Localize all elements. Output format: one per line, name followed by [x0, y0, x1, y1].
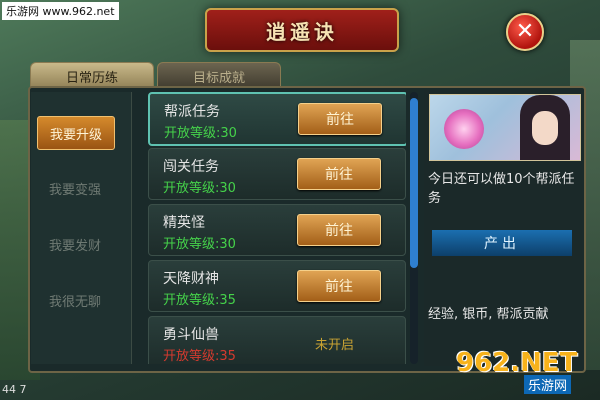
task-row[interactable]: 精英怪 开放等级:30 前往: [148, 204, 406, 256]
go-button[interactable]: 前往: [297, 214, 381, 246]
corner-number: 44 7: [2, 383, 27, 396]
side-menu: 我要升级 我要变强 我要发财 我很无聊: [31, 92, 132, 364]
task-level: 开放等级:35: [163, 349, 236, 364]
logo-main-text: 962.NET: [456, 348, 578, 378]
task-name: 精英怪: [163, 215, 205, 231]
logo-sub-text: 乐游网: [524, 375, 572, 394]
title-banner: 逍遥诀: [205, 8, 399, 52]
close-button[interactable]: ✕: [506, 13, 544, 51]
site-logo: 962.NET 乐游网: [456, 348, 596, 396]
task-name: 勇斗仙兽: [163, 327, 219, 343]
task-level: 开放等级:30: [163, 181, 236, 196]
task-row[interactable]: 勇斗仙兽 开放等级:35 未开启: [148, 316, 406, 364]
task-row[interactable]: 天降财神 开放等级:35 前往: [148, 260, 406, 312]
sidebar-item-get-stronger[interactable]: 我要变强: [37, 172, 113, 204]
lotus-flower-icon: [444, 109, 484, 149]
go-button[interactable]: 前往: [298, 103, 382, 135]
task-description: 今日还可以做10个帮派任务: [428, 172, 575, 206]
task-scrollbar[interactable]: [410, 92, 418, 364]
tab-goal-achievement[interactable]: 目标成就: [157, 62, 281, 89]
go-button[interactable]: 前往: [297, 270, 381, 302]
output-header: 产出: [432, 230, 572, 256]
reward-list: 经验, 银币, 帮派贡献: [428, 307, 549, 322]
npc-portrait: [429, 94, 581, 161]
npc-face: [532, 111, 558, 145]
site-watermark: 乐游网 www.962.net: [2, 2, 119, 20]
task-level: 开放等级:30: [163, 237, 236, 252]
tab-daily-training[interactable]: 日常历练: [30, 62, 154, 89]
task-row[interactable]: 帮派任务 开放等级:30 前往: [148, 92, 406, 146]
task-name: 闯关任务: [163, 159, 219, 175]
task-level: 开放等级:30: [164, 126, 237, 141]
task-list: 帮派任务 开放等级:30 前往 闯关任务 开放等级:30 前往 精英怪 开放等级…: [148, 90, 406, 364]
task-name: 天降财神: [163, 271, 219, 287]
window-title: 逍遥诀: [266, 19, 338, 44]
go-button[interactable]: 前往: [297, 158, 381, 190]
scroll-thumb[interactable]: [410, 98, 418, 268]
sidebar-item-bored[interactable]: 我很无聊: [37, 284, 113, 316]
task-name: 帮派任务: [164, 104, 220, 120]
close-icon: ✕: [515, 19, 535, 44]
task-level: 开放等级:35: [163, 293, 236, 308]
task-row[interactable]: 闯关任务 开放等级:30 前往: [148, 148, 406, 200]
sidebar-item-get-rich[interactable]: 我要发财: [37, 228, 113, 260]
sidebar-item-level-up[interactable]: 我要升级: [37, 116, 115, 150]
not-open-label: 未开启: [315, 338, 355, 353]
